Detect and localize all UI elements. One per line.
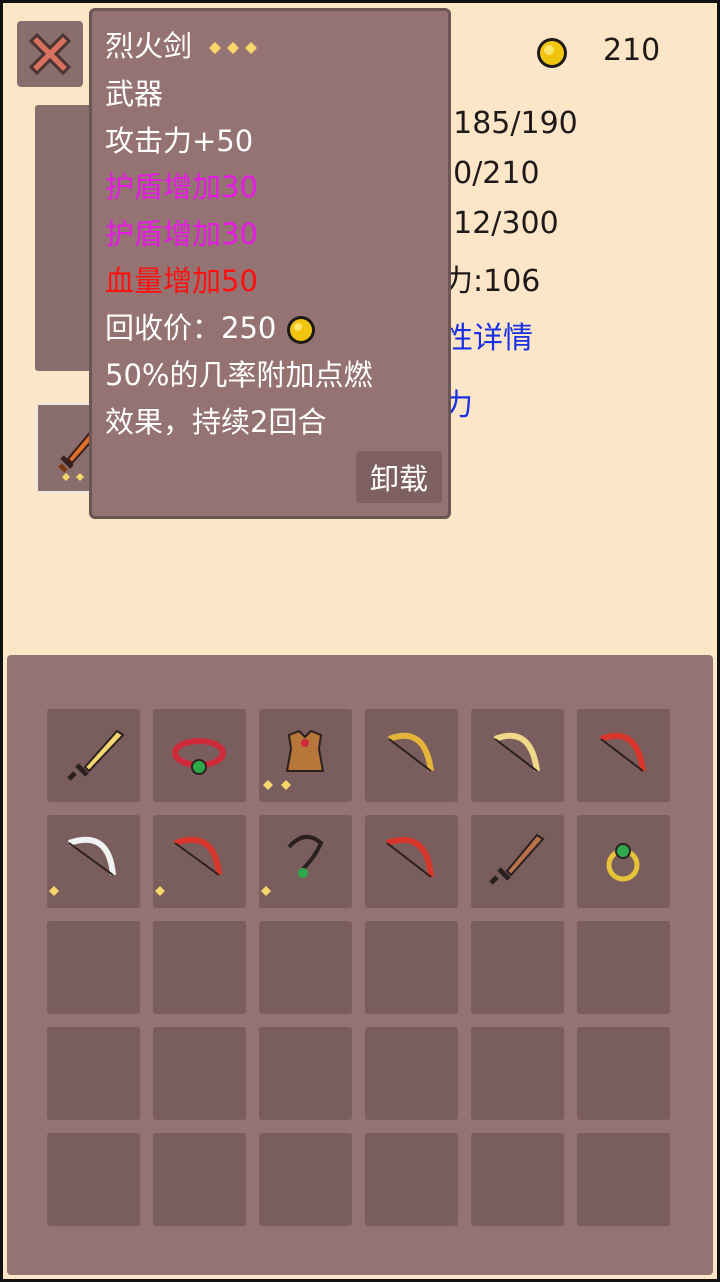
inventory-slot[interactable] — [47, 709, 140, 802]
inventory-slot[interactable] — [47, 815, 140, 908]
star-rating-icon — [259, 778, 352, 792]
inventory-slot-empty[interactable] — [153, 1133, 246, 1226]
inventory-slot[interactable] — [577, 815, 670, 908]
inventory-slot[interactable] — [153, 815, 246, 908]
shield-stat: :0/210 — [443, 156, 540, 191]
item-description-line-1: 50%的几率附加点燃 — [105, 358, 373, 392]
unequip-button[interactable]: 卸载 — [356, 451, 442, 503]
gold-bow-icon — [493, 732, 540, 772]
inventory-slot-empty[interactable] — [471, 1027, 564, 1120]
attribute-details-link[interactable]: 性详情 — [443, 313, 533, 357]
inventory-slot[interactable] — [365, 709, 458, 802]
close-button[interactable] — [17, 21, 83, 87]
hp-stat: :185/190 — [443, 106, 578, 141]
red-bow-icon — [386, 836, 434, 878]
item-bonus-shield-1: 护盾增加30 — [105, 170, 258, 204]
gold-sword-icon — [67, 729, 125, 781]
item-tooltip: 烈火剑 武器 攻击力+50 护盾增加30 护盾增加30 血量增加50 回收价：2… — [89, 8, 451, 519]
inventory-slot-empty[interactable] — [153, 921, 246, 1014]
item-price-text: 回收价：250 — [105, 311, 277, 345]
inventory-slot-empty[interactable] — [365, 921, 458, 1014]
inventory-slot-empty[interactable] — [153, 1027, 246, 1120]
inventory-slot-empty[interactable] — [259, 1027, 352, 1120]
emerald-ring-icon — [606, 843, 640, 882]
inventory-slot-empty[interactable] — [577, 1133, 670, 1226]
item-description-line-2: 效果，持续2回合 — [105, 405, 327, 439]
item-bonus-shield-2: 护盾增加30 — [105, 217, 258, 251]
inventory-slot[interactable] — [577, 709, 670, 802]
item-bonus-hp: 血量增加50 — [105, 264, 258, 298]
inventory-slot[interactable] — [259, 815, 352, 908]
item-name: 烈火剑 — [105, 23, 263, 65]
wooden-sword-icon — [489, 833, 545, 885]
inventory-slot-empty[interactable] — [47, 1027, 140, 1120]
inventory-slot-empty[interactable] — [259, 921, 352, 1014]
gold-bow-icon — [387, 732, 434, 772]
item-type: 武器 — [105, 77, 164, 111]
gold-coin-icon — [537, 38, 567, 68]
inventory-slot-empty[interactable] — [47, 1133, 140, 1226]
red-gem-necklace-icon — [172, 738, 226, 775]
inventory-slot-empty[interactable] — [365, 1133, 458, 1226]
gold-amount: 210 — [603, 33, 661, 68]
close-icon — [28, 32, 72, 76]
inventory-slot[interactable] — [471, 709, 564, 802]
inventory-slot-empty[interactable] — [47, 921, 140, 1014]
inventory-grid — [47, 709, 670, 1226]
inventory-slot[interactable] — [365, 815, 458, 908]
attack-stat: 力:106 — [443, 264, 541, 299]
inventory-slot-empty[interactable] — [259, 1133, 352, 1226]
item-recycle-price: 回收价：250 — [105, 305, 316, 347]
inventory-slot[interactable] — [259, 709, 352, 802]
star-rating-icon — [153, 884, 246, 898]
inventory-slot-empty[interactable] — [471, 921, 564, 1014]
inventory-slot-empty[interactable] — [471, 1133, 564, 1226]
inventory-panel — [7, 655, 713, 1275]
inventory-slot-empty[interactable] — [365, 1027, 458, 1120]
exp-stat: :12/300 — [443, 206, 559, 241]
inventory-slot-empty[interactable] — [577, 1027, 670, 1120]
item-name-text: 烈火剑 — [105, 29, 193, 63]
inventory-slot[interactable] — [471, 815, 564, 908]
red-bow-icon — [599, 732, 646, 772]
gold-coin-icon — [286, 316, 315, 344]
star-rating-icon — [209, 42, 258, 54]
inventory-slot[interactable] — [153, 709, 246, 802]
star-rating-icon — [259, 884, 352, 898]
game-screen: 210 :185/190 :0/210 :12/300 力:106 性详情 力 … — [3, 3, 717, 1279]
star-rating-icon — [47, 884, 140, 898]
item-attack: 攻击力+50 — [105, 124, 254, 158]
inventory-slot-empty[interactable] — [577, 921, 670, 1014]
